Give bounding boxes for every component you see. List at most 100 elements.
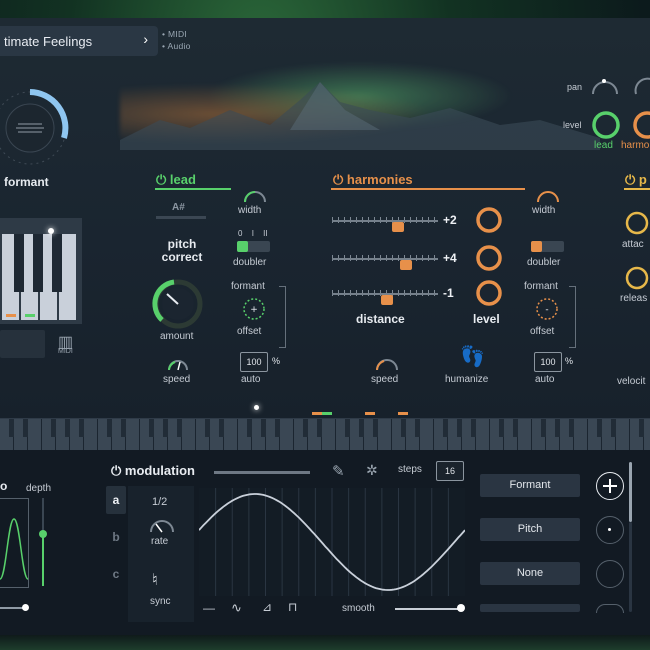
metronome-icon[interactable]: ♮ [152,570,158,590]
harmonies-offset-knob[interactable]: - [534,296,560,322]
rate-label: rate [151,536,169,547]
piano-white-key[interactable] [518,419,532,450]
harmonies-section-title[interactable]: ⏻ harmonies [333,172,413,188]
release-knob[interactable] [624,265,650,291]
harmonies-doubler-toggle[interactable] [531,241,564,252]
destination-1[interactable]: Formant [480,474,580,497]
voice-slider-thumb[interactable] [400,260,413,270]
distance-label: distance [356,312,405,326]
mini-keyboard[interactable] [0,218,82,324]
depth-slider[interactable] [39,498,47,586]
harmonies-level-knob[interactable] [630,108,650,142]
harmonies-formant-label: formant [524,281,558,292]
power-icon[interactable]: ⏻ [333,172,343,187]
tab-b[interactable]: b [106,527,126,547]
piano-white-key[interactable] [224,419,238,450]
harmonies-pan-knob[interactable] [633,76,650,96]
destination-4[interactable] [480,604,580,612]
voice-slider-thumb[interactable] [381,295,394,305]
voice-interval-value: -1 [443,286,454,300]
active-note-marker [398,412,408,415]
rate-knob[interactable] [148,516,176,534]
preset-selector[interactable]: timate Feelings › [0,26,158,56]
piano-white-key[interactable] [322,419,336,450]
lead-doubler-options: 0 I II [238,229,268,238]
harmonies-width-knob[interactable] [535,184,561,204]
lfo-shape-editor[interactable] [199,488,465,596]
amount-knob[interactable] [150,276,206,332]
tab-c[interactable]: c [106,564,126,584]
steps-label: steps [398,464,422,475]
left-field[interactable] [0,330,45,358]
power-icon[interactable]: ⏻ [111,463,121,478]
lfo-bottom-thumb[interactable] [22,604,29,611]
harmonies-auto-value[interactable]: 100 [534,352,562,372]
piano-white-key[interactable] [28,419,42,450]
power-icon[interactable]: ⏻ [156,172,166,187]
lead-auto-value[interactable]: 100 [240,352,268,372]
lead-offset-knob[interactable]: + [241,296,267,322]
pan-label: pan [567,82,583,92]
piano-white-key[interactable] [476,419,490,450]
destination-3-amount-knob[interactable] [596,560,624,588]
formant-dial[interactable] [0,88,74,174]
piano-white-key[interactable] [616,419,630,450]
io-audio[interactable]: • Audio [162,41,191,51]
humanize-icon[interactable]: 👣 [460,344,485,369]
lead-speed-knob[interactable] [166,352,190,372]
piano-white-key[interactable] [644,419,650,450]
attack-knob[interactable] [624,210,650,236]
piano-keyboard[interactable] [0,418,650,451]
power-icon[interactable]: ⏻ [625,172,635,187]
steps-value[interactable]: 16 [436,461,464,481]
modulation-title[interactable]: ⏻ modulation [111,463,195,479]
smooth-slider[interactable] [395,608,461,610]
piano-white-key[interactable] [84,419,98,450]
ramp-shape-icon[interactable]: ⊿ [262,600,272,614]
lead-doubler-toggle[interactable] [237,241,270,252]
voice-level-knob[interactable] [473,277,505,309]
lead-auto-label: auto [241,374,261,385]
piano-white-key[interactable] [182,419,196,450]
lead-doubler-label: doubler [233,257,267,268]
harmonies-level-label: harmo [621,140,650,151]
scatter-icon[interactable]: ✲ [366,462,378,479]
voice-level-knob[interactable] [473,204,505,236]
io-midi[interactable]: • MIDI [162,29,187,39]
third-section-title[interactable]: ⏻ p [625,172,647,188]
lead-section-title[interactable]: ⏻ lead [156,172,196,188]
piano-white-key[interactable] [378,419,392,450]
destination-4-amount-knob[interactable] [596,604,624,613]
tab-a[interactable]: a [106,490,126,510]
destination-2-amount-knob[interactable] [596,516,624,544]
lead-level-knob[interactable] [589,108,623,142]
destination-2[interactable]: Pitch [480,518,580,541]
piano-white-key[interactable] [126,419,140,450]
voice-interval-value: +4 [443,251,457,265]
modulation-bar [214,471,310,474]
smooth-thumb[interactable] [457,604,465,612]
piano-white-key[interactable] [280,419,294,450]
scrollbar-track[interactable] [629,522,632,612]
sine-shape-icon[interactable]: ∿ [231,600,242,616]
voice-slider-track[interactable] [332,258,438,260]
flat-shape-icon[interactable]: — [203,601,215,615]
lead-pan-knob[interactable] [590,76,620,96]
harmonies-speed-label: speed [371,374,399,385]
formant-label: formant [4,175,49,189]
destination-3[interactable]: None [480,562,580,585]
square-shape-icon[interactable]: ⊓ [288,600,297,614]
lead-width-knob[interactable] [242,184,268,204]
harmonies-speed-knob[interactable] [374,352,400,372]
lfo-bottom-slider[interactable] [0,607,24,609]
piano-white-key[interactable] [574,419,588,450]
voice-slider-thumb[interactable] [391,222,404,232]
harmonies-doubler-label: doubler [527,257,561,268]
voice-slider-track[interactable] [332,220,438,222]
rate-value: 1/2 [152,496,168,508]
destination-1-amount-knob[interactable] [596,472,624,500]
scrollbar-thumb[interactable] [629,462,632,522]
voice-level-knob[interactable] [473,242,505,274]
pencil-icon[interactable]: ✎ [332,462,345,480]
piano-white-key[interactable] [420,419,434,450]
